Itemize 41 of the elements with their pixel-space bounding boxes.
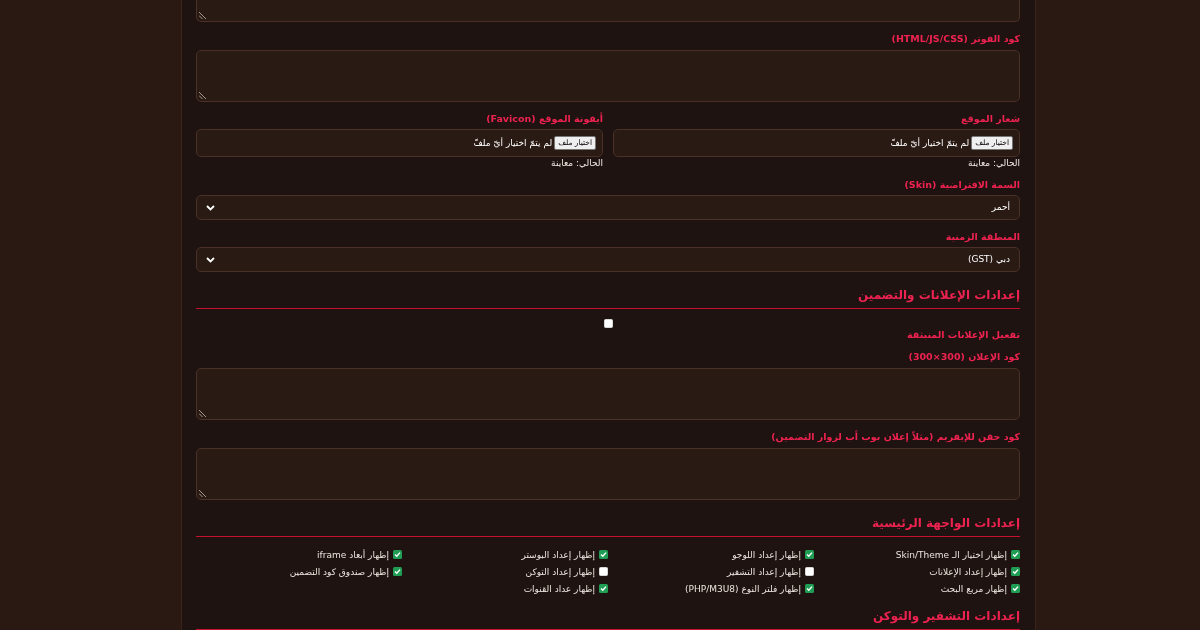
field-label: كود الإعلان (300×300): [908, 350, 1020, 364]
current-preview-text: الحالي: معاينة: [968, 157, 1020, 169]
checkbox-label: إظهار أبعاد iframe: [317, 548, 389, 562]
checkbox-label: إظهار صندوق كود التضمين: [289, 565, 389, 579]
file-status-text: لم يتمّ اختيار أيّ ملفّ: [890, 137, 970, 149]
checkbox-label: إظهار إعداد التوكن: [525, 565, 595, 579]
select-field[interactable]: دبي (GST): [196, 247, 1020, 272]
checkbox-label: إظهار إعداد التشفير: [727, 565, 801, 579]
checkbox[interactable]: [599, 567, 608, 576]
checkbox-label: إظهار إعداد البوستر: [521, 548, 595, 562]
checkbox-label: إظهار إعداد الإعلانات: [929, 565, 1007, 579]
chevron-down-icon: [206, 256, 215, 263]
checkbox-label: تفعيل الإعلانات المنبثقة: [907, 328, 1020, 342]
file-status-text: لم يتمّ اختيار أيّ ملفّ: [473, 137, 553, 149]
current-preview-text: الحالي: معاينة: [551, 157, 603, 169]
checkbox[interactable]: [603, 319, 613, 328]
checkbox-label: إظهار إعداد اللوجو: [732, 548, 801, 562]
resize-grip-icon: [199, 490, 206, 497]
field-label: أيقونة الموقع (Favicon): [486, 112, 603, 126]
checkbox-label: إظهار عداد القنوات: [523, 582, 595, 596]
checkbox-label: إظهار اختيار الـ Skin/Theme: [895, 548, 1007, 562]
checkbox-label: إظهار فلتر النوع (PHP/M3U8): [685, 582, 801, 596]
field-label: المنطقة الزمنية: [945, 230, 1020, 244]
textarea-field[interactable]: [196, 448, 1020, 500]
resize-grip-icon: [199, 92, 206, 99]
section-heading: إعدادات الواجهة الرئيسية: [871, 515, 1020, 532]
checkbox[interactable]: [805, 567, 814, 576]
checkbox-label: إظهار مربع البحث: [940, 582, 1007, 596]
field-label: كود الفوتر (HTML/JS/CSS): [891, 32, 1020, 46]
section-heading: إعدادات التشفير والتوكن: [872, 608, 1020, 625]
textarea-field[interactable]: [196, 50, 1020, 102]
resize-grip-icon: [199, 410, 206, 417]
field-label: السمة الافتراضية (Skin): [904, 178, 1020, 192]
textarea-field[interactable]: [196, 368, 1020, 420]
field-label: كود حقن للإيفريم (مثلاً إعلان بوب أب لزوار التضمين): [771, 430, 1020, 444]
textarea-field[interactable]: [196, 0, 1020, 22]
resize-grip-icon: [199, 12, 206, 19]
select-field[interactable]: أحمر: [196, 195, 1020, 220]
chevron-down-icon: [206, 204, 215, 211]
section-heading: إعدادات الإعلانات والتضمين: [858, 287, 1020, 304]
field-label: شعار الموقع: [961, 112, 1020, 126]
